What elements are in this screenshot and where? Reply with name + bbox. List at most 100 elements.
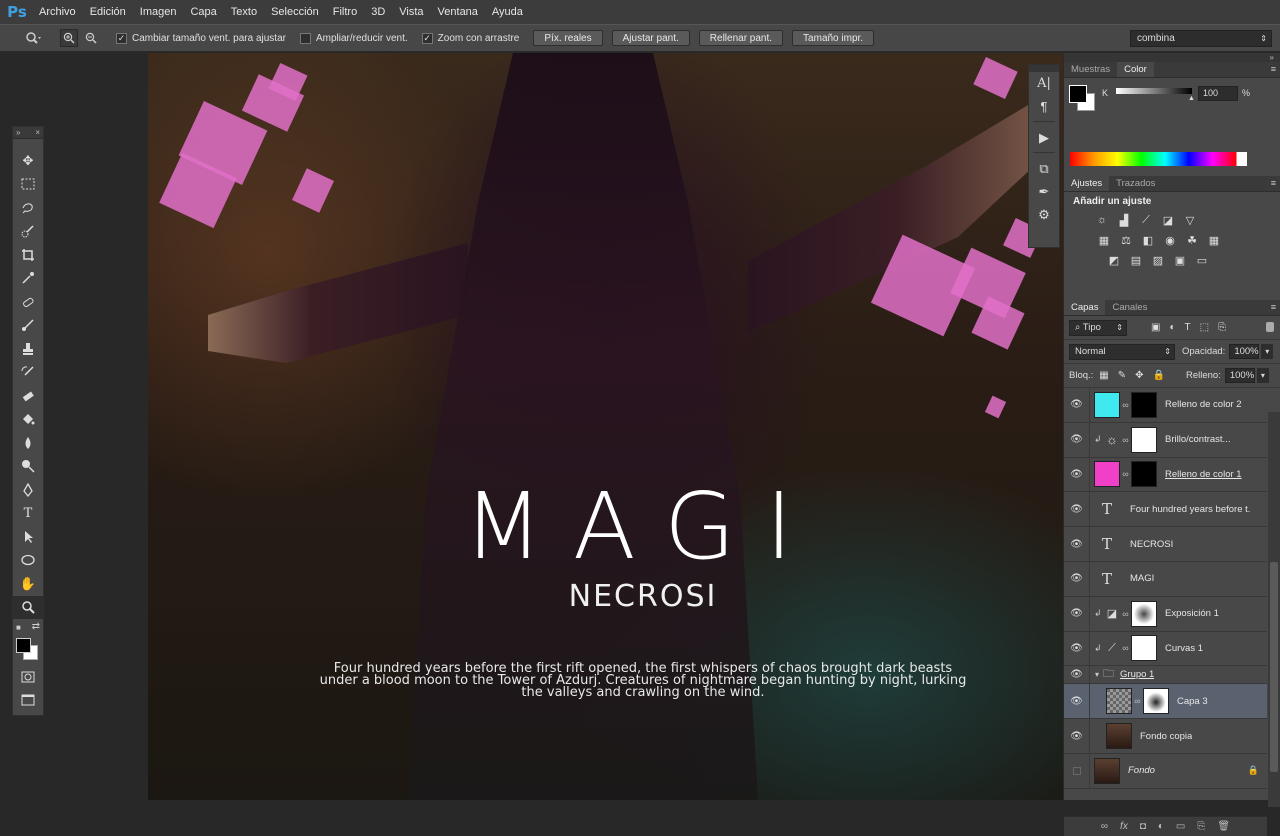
eye-icon[interactable]: 👁 — [1064, 719, 1090, 753]
tools-panel-header[interactable]: » × — [13, 127, 43, 139]
menu-texto[interactable]: Texto — [224, 0, 264, 24]
menu-ventana[interactable]: Ventana — [431, 0, 485, 24]
hand-tool-icon[interactable]: ✋ — [13, 572, 43, 596]
color-spectrum-ramp[interactable] — [1070, 152, 1247, 166]
k-slider[interactable] — [1116, 88, 1192, 94]
zoom-tool-icon[interactable] — [13, 595, 43, 619]
actions-panel-icon[interactable]: ▶ — [1029, 126, 1059, 149]
eye-icon[interactable]: 👁 — [1064, 527, 1090, 561]
resize-windows-checkbox[interactable]: ✓ Cambiar tamaño vent. para ajustar — [116, 32, 286, 44]
tab-trazados[interactable]: Trazados — [1109, 176, 1162, 191]
tab-muestras[interactable]: Muestras — [1064, 62, 1117, 77]
tab-capas[interactable]: Capas — [1064, 300, 1106, 315]
link-icon[interactable]: ∞ — [1121, 435, 1130, 445]
layer-row[interactable]: 👁 T Four hundred years before t... — [1064, 492, 1267, 528]
selective-color-icon[interactable]: ▣ — [1172, 253, 1188, 267]
brightness-contrast-icon[interactable]: ☼ — [1094, 213, 1110, 227]
menu-seleccion[interactable]: Selección — [264, 0, 326, 24]
threshold-icon[interactable]: ▨ — [1150, 253, 1166, 267]
menu-filtro[interactable]: Filtro — [326, 0, 364, 24]
menu-edicion[interactable]: Edición — [83, 0, 133, 24]
opacity-input[interactable]: 100% — [1229, 344, 1260, 359]
new-layer-icon[interactable]: ⎘ — [1197, 821, 1205, 832]
swap-colors-icon[interactable]: ⇄ — [32, 621, 40, 632]
layer-row[interactable]: 👁 ∞ Relleno de color 2 — [1064, 388, 1267, 423]
close-icon[interactable]: × — [35, 128, 40, 137]
new-adjustment-icon[interactable]: ◐ — [1158, 821, 1164, 832]
fill-input[interactable]: 100% — [1224, 368, 1255, 383]
lock-transparency-icon[interactable]: ▦ — [1099, 370, 1108, 381]
link-icon[interactable]: ∞ — [1121, 400, 1130, 410]
layer-row[interactable]: 👁 Fondo copia — [1064, 719, 1267, 754]
pen-tool-icon[interactable] — [13, 478, 43, 502]
channel-mixer-icon[interactable]: ☘ — [1184, 233, 1200, 247]
eye-icon[interactable]: 👁 — [1064, 666, 1090, 684]
collapse-icon[interactable]: » — [16, 128, 20, 137]
chevron-down-icon[interactable]: ▾ — [1261, 344, 1274, 359]
fill-screen-button[interactable]: Rellenar pant. — [698, 30, 784, 46]
marquee-tool-icon[interactable] — [13, 173, 43, 197]
scrollbar-thumb[interactable] — [1270, 562, 1278, 772]
eye-icon[interactable]: 👁 — [1064, 631, 1090, 666]
layer-row[interactable]: 👁 ↲ ◪ ∞ Exposición 1 — [1064, 596, 1267, 632]
blur-tool-icon[interactable] — [13, 431, 43, 455]
actual-pixels-button[interactable]: Píx. reales — [533, 30, 603, 46]
eye-icon[interactable]: 👁 — [1064, 388, 1090, 422]
path-selection-tool-icon[interactable] — [13, 525, 43, 549]
slider-handle-icon[interactable]: ▲ — [1188, 95, 1195, 102]
clone-stamp-tool-icon[interactable] — [13, 337, 43, 361]
dodge-tool-icon[interactable] — [13, 455, 43, 479]
quick-selection-tool-icon[interactable] — [13, 220, 43, 244]
eyedropper-tool-icon[interactable] — [13, 267, 43, 291]
trash-icon[interactable]: 🗑 — [1217, 821, 1230, 832]
black-white-icon[interactable]: ◧ — [1140, 233, 1156, 247]
menu-vista[interactable]: Vista — [392, 0, 430, 24]
collapse-icon[interactable]: » — [1270, 53, 1274, 62]
dock-grip[interactable]: » — [1064, 53, 1280, 62]
layer-group-row[interactable]: 👁 ▾ 🗀 Grupo 1 — [1064, 666, 1267, 685]
tab-color[interactable]: Color — [1117, 62, 1154, 77]
menu-imagen[interactable]: Imagen — [133, 0, 184, 24]
mask-thumbnail[interactable] — [1143, 688, 1169, 715]
print-size-button[interactable]: Tamaño impr. — [792, 30, 875, 46]
blend-mode-select[interactable]: Normal ⇕ — [1069, 343, 1175, 360]
link-layers-icon[interactable]: ∞ — [1101, 821, 1108, 832]
move-tool-icon[interactable]: ✥ — [13, 149, 43, 173]
mask-thumbnail[interactable] — [1131, 391, 1157, 418]
type-filter-icon[interactable]: T — [1185, 322, 1191, 333]
mask-thumbnail[interactable] — [1131, 461, 1157, 488]
default-colors-icon[interactable]: ■ — [16, 623, 21, 632]
layer-row[interactable]: 👁 ∞ Relleno de color 1 — [1064, 457, 1267, 493]
curves-icon[interactable]: ⟋ — [1138, 213, 1154, 227]
gradient-icon[interactable]: ▽ — [1182, 213, 1198, 227]
menu-ayuda[interactable]: Ayuda — [485, 0, 530, 24]
panel-menu-icon[interactable]: ≡ — [1271, 64, 1276, 74]
zoom-in-icon[interactable] — [60, 29, 78, 47]
eye-icon[interactable]: 👁 — [1064, 561, 1090, 596]
menu-archivo[interactable]: Archivo — [32, 0, 83, 24]
layer-row-selected[interactable]: 👁 ∞ Capa 3 — [1064, 684, 1267, 720]
menu-3d[interactable]: 3D — [364, 0, 392, 24]
photo-filter-icon[interactable]: ◉ — [1162, 233, 1178, 247]
layer-row[interactable]: 👁 ↲ ⟋ ∞ Curvas 1 — [1064, 631, 1267, 667]
color-swatches[interactable] — [13, 637, 43, 665]
layer-row[interactable]: 👁 T MAGI — [1064, 561, 1267, 597]
mask-thumbnail[interactable] — [1131, 635, 1157, 662]
layer-filter-select[interactable]: ⌕ Tipo ⇕ — [1069, 319, 1127, 336]
zoom-all-windows-checkbox[interactable]: Ampliar/reducir vent. — [299, 32, 408, 44]
lock-pixels-icon[interactable]: ✎ — [1118, 370, 1126, 381]
type-tool-icon[interactable]: T — [13, 502, 43, 526]
new-group-icon[interactable]: ▭ — [1176, 821, 1185, 832]
eye-icon[interactable]: 👁 — [1064, 684, 1090, 719]
brush-presets-panel-icon[interactable]: ✒ — [1029, 180, 1059, 203]
color-lookup-icon[interactable]: ▦ — [1206, 233, 1222, 247]
filter-toggle-icon[interactable] — [1266, 322, 1274, 332]
k-value-input[interactable]: 100 — [1198, 86, 1238, 101]
link-icon[interactable]: ∞ — [1121, 609, 1130, 619]
tool-presets-panel-icon[interactable]: ⚙ — [1029, 203, 1059, 226]
gradient-map-icon[interactable]: ▭ — [1194, 253, 1210, 267]
eraser-tool-icon[interactable] — [13, 384, 43, 408]
eye-icon[interactable]: 👁 — [1064, 457, 1090, 492]
panel-menu-icon[interactable]: ≡ — [1271, 178, 1276, 188]
lasso-tool-icon[interactable] — [13, 196, 43, 220]
